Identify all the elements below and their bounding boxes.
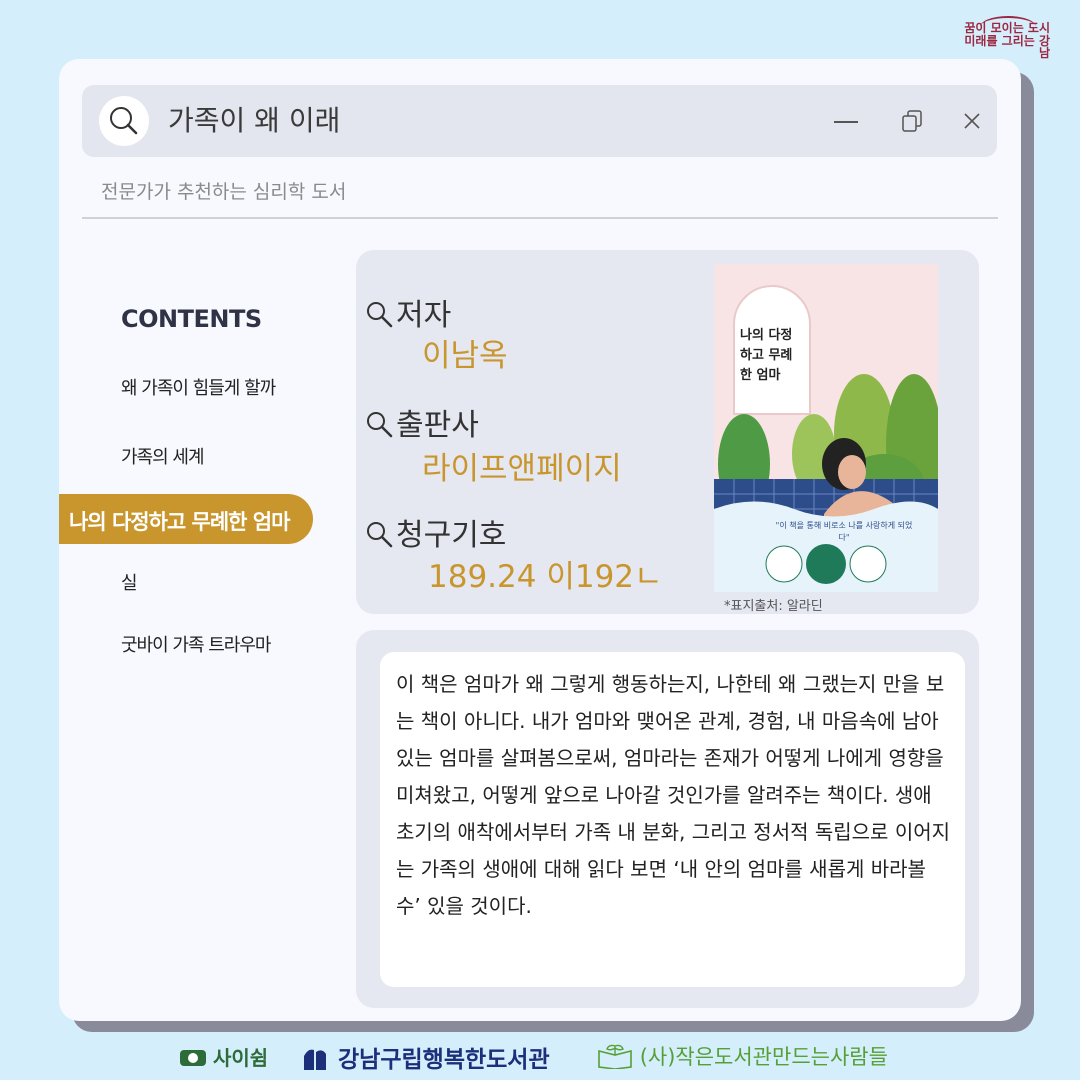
copy-icon[interactable] (900, 109, 924, 133)
publisher-value: 라이프앤페이지 (422, 451, 622, 487)
contents-title: CONTENTS (121, 305, 262, 333)
footer: 사이쉼 강남구립행복한도서관 (사)작은도서관만드는사람들 (0, 1034, 1080, 1080)
author-value: 이남옥 (422, 338, 508, 374)
search-bar[interactable]: 가족이 왜 이래 (82, 85, 997, 157)
footer-org1-label: 사이쉼 (212, 1046, 269, 1070)
search-icon (367, 302, 393, 328)
org2-logo-icon (304, 1049, 326, 1070)
publisher-label: 출판사 (396, 408, 479, 443)
close-icon[interactable] (960, 109, 984, 133)
footer-org2-label: 강남구립행복한도서관 (338, 1047, 550, 1073)
search-icon (110, 107, 138, 135)
brand-logo: 꿈이 모이는 도시 미래를 그리는 강남 (960, 16, 1050, 61)
minimize-icon[interactable] (834, 121, 858, 123)
call-label-row: 청구기호 (364, 510, 506, 554)
footer-org2: 강남구립행복한도서관 (300, 1040, 550, 1074)
book-cover-title: 나의 다정하고 무례한 엄마 (740, 328, 793, 383)
description-text: 이 책은 엄마가 왜 그렇게 행동하는지, 나한테 왜 그랬는지 만을 보는 책… (396, 672, 951, 918)
footer-org3: (사)작은도서관만드는사람들 (597, 1041, 888, 1071)
description-box: 이 책은 엄마가 왜 그렇게 행동하는지, 나한테 왜 그랬는지 만을 보는 책… (380, 652, 965, 987)
author-label: 저자 (396, 298, 452, 333)
search-icon-button[interactable] (99, 96, 149, 146)
publisher-label-row: 출판사 (364, 400, 479, 444)
toc-item[interactable]: 굿바이 가족 트라우마 (121, 631, 271, 657)
main-card: 가족이 왜 이래 전문가가 추천하는 심리학 도서 CONTENTS 왜 가족이… (59, 59, 1021, 1021)
toc-item-active[interactable]: 나의 다정하고 무례한 엄마 (59, 494, 313, 544)
cover-credit: *표지출처: 알라딘 (724, 599, 823, 614)
divider (82, 217, 998, 219)
footer-org3-label: (사)작은도서관만드는사람들 (639, 1045, 888, 1069)
book-cover: 나의 다정하고 무례한 엄마 "이 책을 통해 비로소 나를 사랑하게 되었다" (714, 264, 938, 592)
org1-logo-icon (180, 1050, 206, 1066)
toc-item[interactable]: 실 (121, 569, 138, 595)
description-panel: 이 책은 엄마가 왜 그렇게 행동하는지, 나한테 왜 그랬는지 만을 보는 책… (356, 630, 979, 1008)
search-icon (367, 522, 393, 548)
page-subtitle: 전문가가 추천하는 심리학 도서 (101, 181, 347, 203)
author-label-row: 저자 (364, 290, 451, 334)
brand-line2: 미래를 그리는 강남 (964, 33, 1050, 61)
call-label: 청구기호 (396, 518, 507, 553)
toc-item-active-label: 나의 다정하고 무례한 엄마 (69, 510, 290, 534)
toc-item[interactable]: 가족의 세계 (121, 443, 205, 469)
toc-item[interactable]: 왜 가족이 힘들게 할까 (121, 374, 276, 400)
call-number-value: 189.24 이192ㄴ (428, 559, 663, 595)
book-cover-quote: "이 책을 통해 비로소 나를 사랑하게 되었다" (775, 521, 913, 542)
search-icon (367, 412, 393, 438)
org3-book-sprout-icon (598, 1044, 632, 1070)
footer-org1: 사이쉼 (180, 1042, 268, 1071)
brand-arc (980, 16, 1036, 38)
book-info-panel: 저자 이남옥 출판사 라이프앤페이지 청구기호 189.24 이192ㄴ 나의 … (356, 250, 979, 614)
search-query[interactable]: 가족이 왜 이래 (168, 101, 340, 141)
